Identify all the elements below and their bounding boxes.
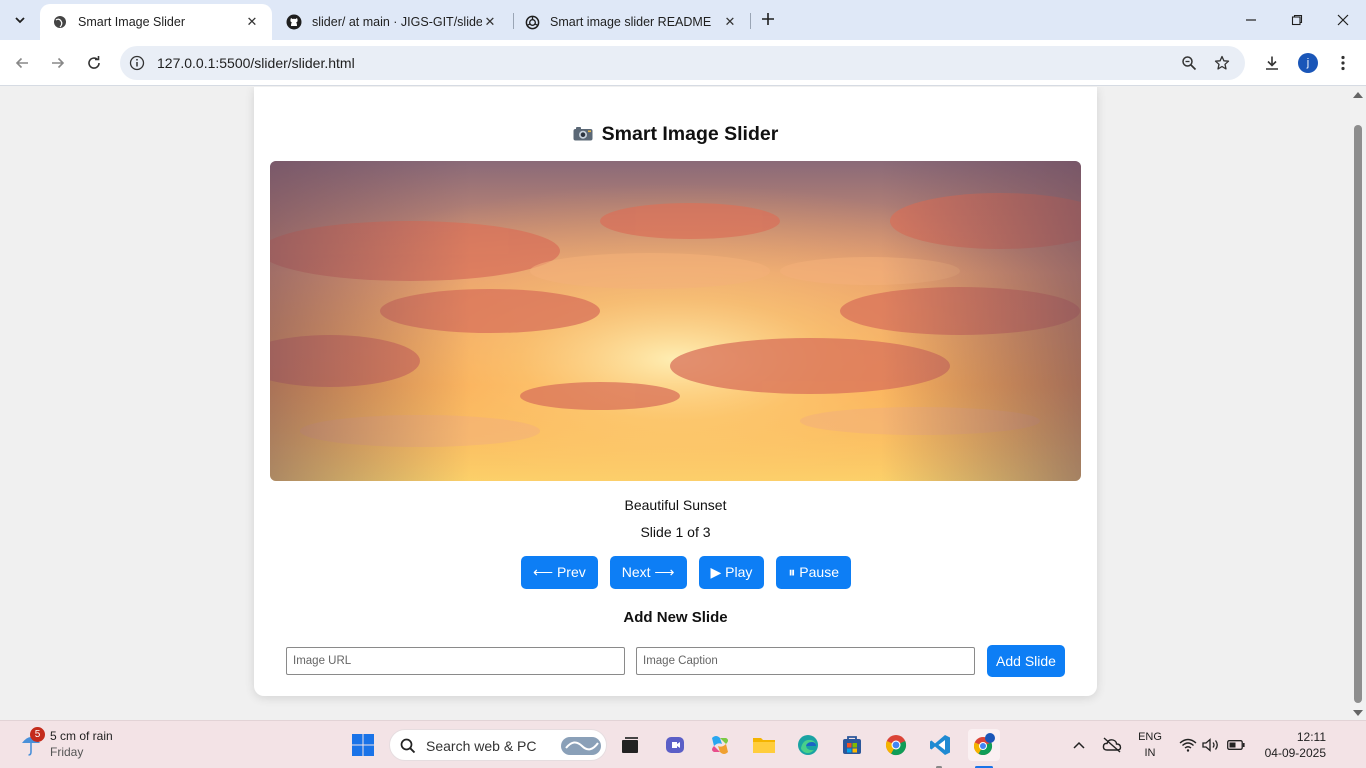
show-hidden-icons-button[interactable] xyxy=(1068,721,1090,768)
onedrive-offline-icon[interactable] xyxy=(1100,721,1124,768)
close-window-button[interactable] xyxy=(1320,0,1366,40)
tab-smart-image-slider[interactable]: Smart Image Slider ✕ xyxy=(40,4,272,40)
windows-taskbar: 5 5 cm of rain Friday Search web & PC EN… xyxy=(0,720,1366,768)
scroll-down-arrow-icon[interactable] xyxy=(1353,710,1363,716)
start-button[interactable] xyxy=(347,729,379,761)
add-slide-heading: Add New Slide xyxy=(623,609,728,626)
arrow-left-icon xyxy=(15,57,28,69)
prev-button[interactable]: ⟵ Prev xyxy=(521,556,598,589)
search-icon xyxy=(400,738,416,754)
tab-title: Smart Image Slider xyxy=(78,15,185,29)
language-code: ENG xyxy=(1138,731,1162,743)
site-info-icon[interactable] xyxy=(129,55,145,71)
tab-readme[interactable]: Smart image slider README ✕ xyxy=(512,4,750,40)
language-indicator[interactable]: ENG IN xyxy=(1134,729,1166,761)
globe-icon xyxy=(52,14,68,30)
region-code: IN xyxy=(1144,747,1156,759)
slider-controls: ⟵ Prev Next ⟶ ▶ Play ⏸ Pause xyxy=(521,556,863,589)
restore-button[interactable] xyxy=(1274,0,1320,40)
slide-image xyxy=(270,161,1081,481)
chrome-icon[interactable] xyxy=(880,729,912,761)
restore-icon xyxy=(1291,14,1303,26)
tab-search-button[interactable] xyxy=(6,6,34,34)
close-icon[interactable]: ✕ xyxy=(722,14,738,30)
scrollbar-thumb[interactable] xyxy=(1354,125,1362,703)
bookmark-star-icon[interactable] xyxy=(1212,53,1232,73)
pause-button[interactable]: ⏸ Pause xyxy=(776,556,851,589)
clock-date: 04-09-2025 xyxy=(1264,746,1326,760)
browser-toolbar: 127.0.0.1:5500/slider/slider.html j xyxy=(0,40,1366,86)
github-icon xyxy=(286,14,302,30)
image-url-input[interactable] xyxy=(286,647,625,675)
new-tab-button[interactable] xyxy=(757,8,779,30)
reload-button[interactable] xyxy=(80,49,108,77)
chatgpt-icon xyxy=(524,14,540,30)
tab-github-slider[interactable]: slider/ at main · JIGS-GIT/slider ✕ xyxy=(274,4,510,40)
tab-separator xyxy=(750,13,751,29)
slide-caption: Beautiful Sunset xyxy=(624,497,727,513)
volume-icon[interactable] xyxy=(1200,721,1222,768)
page-title-text: Smart Image Slider xyxy=(601,123,779,145)
windows-logo-icon xyxy=(352,734,374,756)
clock[interactable]: 12:11 04-09-2025 xyxy=(1256,729,1326,761)
forward-button[interactable] xyxy=(44,49,72,77)
tab-title: Smart image slider README xyxy=(550,15,712,29)
address-bar[interactable]: 127.0.0.1:5500/slider/slider.html xyxy=(120,46,1245,80)
chrome-profile-active-icon[interactable] xyxy=(968,729,1000,761)
tab-strip: Smart Image Slider ✕ slider/ at main · J… xyxy=(0,0,1366,40)
add-slide-button[interactable]: Add Slide xyxy=(987,645,1065,677)
page-viewport: Smart Image Slider Beautiful Sunset Slid… xyxy=(0,87,1350,720)
taskbar-search[interactable]: Search web & PC xyxy=(389,729,607,761)
download-icon[interactable] xyxy=(1260,51,1284,75)
profile-avatar-button[interactable]: j xyxy=(1296,51,1320,75)
weather-day: Friday xyxy=(50,745,84,759)
copilot-icon[interactable] xyxy=(704,729,736,761)
wifi-icon[interactable] xyxy=(1178,721,1198,768)
clock-time: 12:11 xyxy=(1296,730,1326,744)
camera-icon xyxy=(573,124,593,141)
slider-card: Smart Image Slider Beautiful Sunset Slid… xyxy=(254,87,1097,696)
weather-text: 5 cm of rain xyxy=(50,729,113,743)
minimize-icon xyxy=(1246,19,1256,21)
back-button[interactable] xyxy=(8,49,36,77)
search-placeholder: Search web & PC xyxy=(426,738,537,754)
arrow-right-icon xyxy=(52,57,65,69)
chevron-down-icon xyxy=(15,17,25,24)
slide-counter: Slide 1 of 3 xyxy=(640,524,711,540)
url-text: 127.0.0.1:5500/slider/slider.html xyxy=(157,55,355,71)
minimize-button[interactable] xyxy=(1228,0,1274,40)
chevron-up-icon xyxy=(1073,741,1085,749)
zoom-icon[interactable] xyxy=(1179,53,1199,73)
image-caption-input[interactable] xyxy=(636,647,975,675)
weather-widget[interactable]: 5 5 cm of rain Friday xyxy=(18,727,158,763)
file-explorer-icon[interactable] xyxy=(748,729,780,761)
task-view-icon[interactable] xyxy=(614,729,646,761)
meet-app-icon[interactable] xyxy=(659,729,691,761)
battery-icon[interactable] xyxy=(1225,721,1247,768)
page-title: Smart Image Slider xyxy=(254,123,1097,146)
edge-browser-icon[interactable] xyxy=(792,729,824,761)
page-scrollbar[interactable] xyxy=(1350,87,1366,720)
close-icon[interactable]: ✕ xyxy=(482,14,498,30)
vscode-icon[interactable] xyxy=(924,729,956,761)
avatar: j xyxy=(1298,53,1318,73)
store-icon[interactable] xyxy=(836,729,868,761)
next-button[interactable]: Next ⟶ xyxy=(609,556,687,589)
close-icon[interactable]: ✕ xyxy=(244,14,260,30)
reload-icon xyxy=(88,56,100,69)
scroll-up-arrow-icon[interactable] xyxy=(1353,92,1363,98)
tab-title: slider/ at main · JIGS-GIT/slider xyxy=(312,15,482,29)
search-highlight-icon xyxy=(561,737,601,755)
plus-icon xyxy=(762,13,774,25)
menu-kebab-icon[interactable] xyxy=(1331,51,1355,75)
play-button[interactable]: ▶ Play xyxy=(698,556,765,589)
weather-badge: 5 xyxy=(30,727,45,742)
close-icon xyxy=(1337,14,1349,26)
